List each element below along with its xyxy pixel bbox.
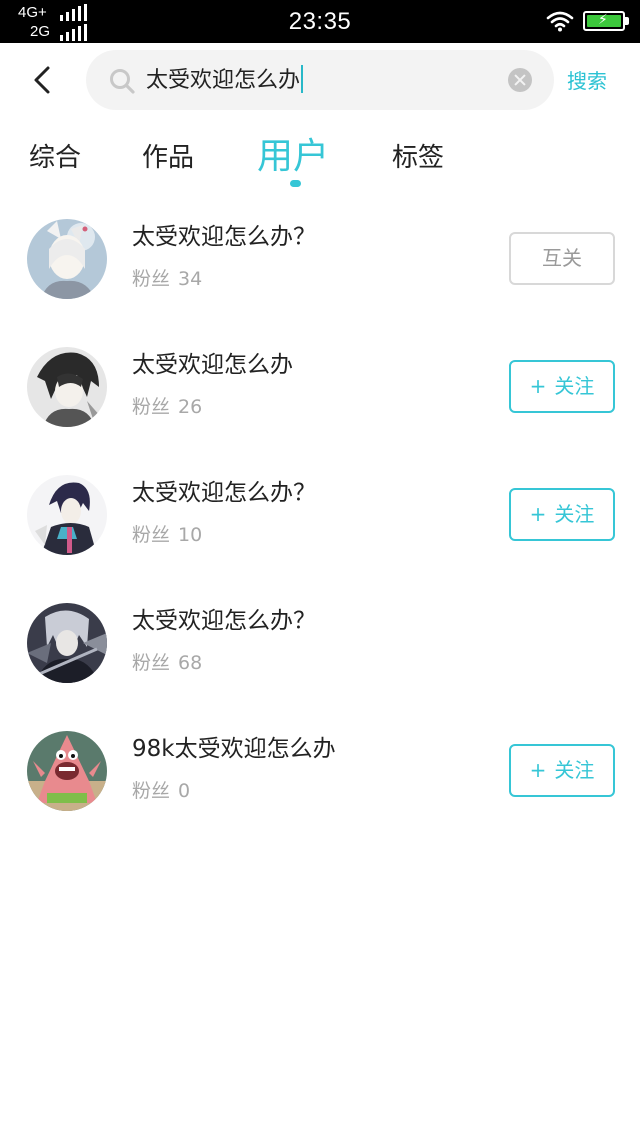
tab-tags[interactable]: 标签	[392, 141, 444, 175]
clear-search-icon[interactable]	[508, 68, 532, 92]
search-icon	[110, 69, 135, 94]
tab-works[interactable]: 作品	[142, 141, 194, 175]
search-input[interactable]: 太受欢迎怎么办	[86, 50, 554, 110]
follow-button-label: 关注	[554, 758, 595, 782]
fans-number: 26	[178, 396, 203, 418]
user-name: 98k太受欢迎怎么办	[132, 736, 336, 762]
active-tab-indicator	[290, 180, 301, 187]
fans-count: 粉丝 68	[132, 649, 202, 677]
fans-number: 34	[178, 268, 203, 290]
user-name: 太受欢迎怎么办？	[132, 224, 316, 250]
status-bar: 4G+ 2G 23:35 ⚡	[0, 0, 640, 43]
text-caret	[301, 65, 304, 93]
user-name: 太受欢迎怎么办？	[132, 480, 316, 506]
user-list-item[interactable]: 98k太受欢迎怎么办 粉丝 0 + 关注	[0, 731, 640, 859]
fans-count: 粉丝 34	[132, 265, 202, 293]
fans-label: 粉丝	[132, 396, 171, 418]
tab-users[interactable]: 用户	[257, 136, 329, 178]
battery-icon: ⚡	[583, 11, 629, 31]
fans-number: 0	[178, 780, 191, 802]
plus-icon: +	[529, 374, 547, 398]
follow-button[interactable]: + 关注	[509, 744, 615, 797]
fans-label: 粉丝	[132, 780, 171, 802]
fans-count: 粉丝 10	[132, 521, 202, 549]
user-list-item[interactable]: 太受欢迎怎么办？ 粉丝 34 互关	[0, 219, 640, 347]
user-name: 太受欢迎怎么办	[132, 352, 293, 378]
avatar[interactable]	[27, 603, 107, 683]
user-list-item[interactable]: 太受欢迎怎么办？ 粉丝 68	[0, 603, 640, 731]
fans-number: 68	[178, 652, 203, 674]
avatar[interactable]	[27, 219, 107, 299]
follow-button-label: 关注	[554, 502, 595, 526]
search-query-text[interactable]: 太受欢迎怎么办	[146, 65, 304, 96]
fans-count: 粉丝 26	[132, 393, 202, 421]
fans-label: 粉丝	[132, 268, 171, 290]
tab-comprehensive[interactable]: 综合	[29, 141, 81, 175]
user-list-item[interactable]: 太受欢迎怎么办？ 粉丝 10 + 关注	[0, 475, 640, 603]
user-list-item[interactable]: 太受欢迎怎么办 粉丝 26 + 关注	[0, 347, 640, 475]
avatar[interactable]	[27, 347, 107, 427]
clock: 23:35	[288, 8, 352, 35]
fans-count: 粉丝 0	[132, 777, 190, 805]
follow-button-label: 关注	[554, 374, 595, 398]
plus-icon: +	[529, 758, 547, 782]
wifi-icon	[546, 11, 574, 32]
search-button[interactable]: 搜索	[567, 68, 607, 94]
follow-button[interactable]: + 关注	[509, 360, 615, 413]
mutual-follow-button[interactable]: 互关	[509, 232, 615, 285]
avatar[interactable]	[27, 731, 107, 811]
user-name: 太受欢迎怎么办？	[132, 608, 316, 634]
fans-label: 粉丝	[132, 524, 171, 546]
fans-number: 10	[178, 524, 203, 546]
follow-button[interactable]: + 关注	[509, 488, 615, 541]
fans-label: 粉丝	[132, 652, 171, 674]
back-arrow-icon[interactable]	[26, 62, 60, 98]
avatar[interactable]	[27, 475, 107, 555]
plus-icon: +	[529, 502, 547, 526]
